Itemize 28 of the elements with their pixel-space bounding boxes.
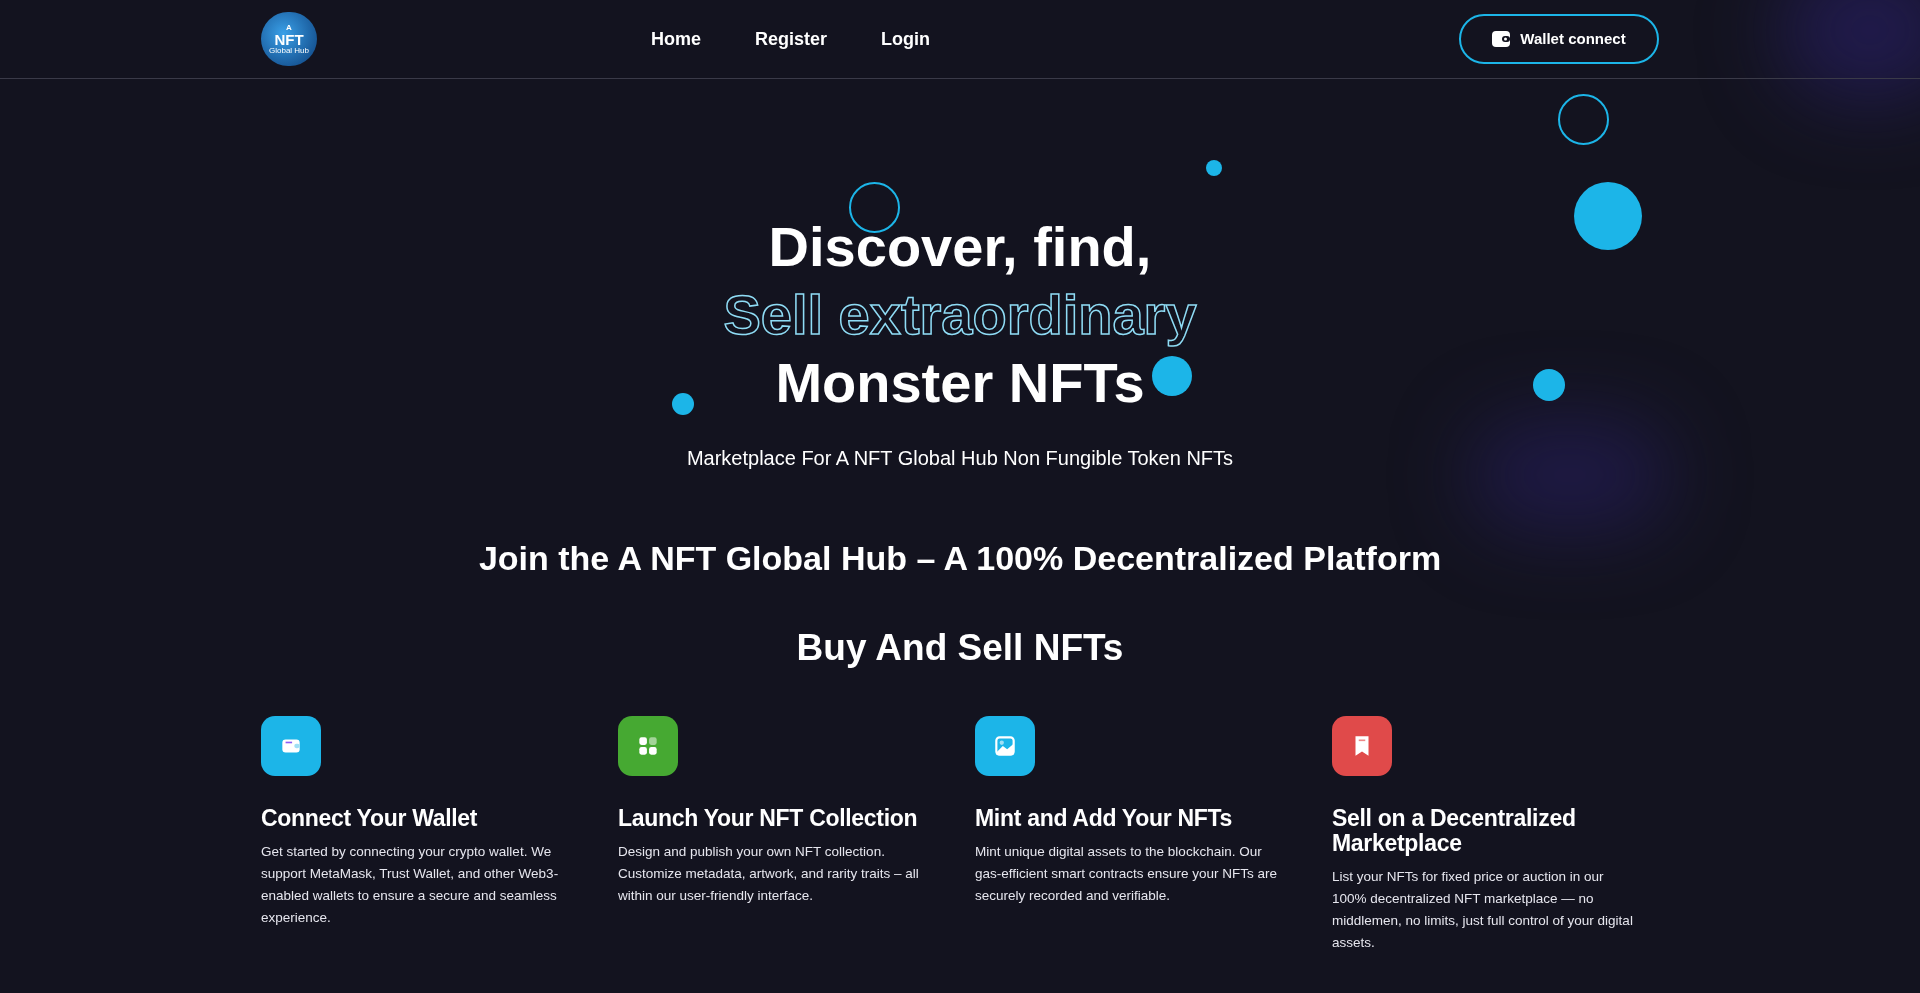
dot-decoration (1533, 369, 1565, 401)
feature-description: Get started by connecting your crypto wallet. We support MetaMask, Trust Wallet, and other Web3-enabled wallets to ensure a secure and seamless experience. (261, 842, 560, 927)
feature-title: Mint and Add Your NFTs (975, 805, 1234, 831)
ring-decoration (1558, 94, 1609, 145)
hero-heading: Monster NFTs (775, 350, 1145, 416)
wallet-connect-button[interactable]: Wallet connect (1459, 14, 1659, 64)
logo-text: NFT (274, 31, 304, 47)
feature-description: List your NFTs for fixed price or auction in our 100% decentralized NFT marketplace — no middlemen, no limits, just full control of your digital assets. (1332, 867, 1634, 952)
feature-description: Mint unique digital assets to the blockchain. Our gas-efficient smart contracts ensure your NFTs are securely recorded and verifiable. (975, 842, 1279, 905)
nav-link[interactable]: Register (755, 25, 828, 53)
logo[interactable]: A NFT Global Hub (261, 12, 317, 66)
hero-heading-outline: Sell extraordinary (723, 282, 1197, 349)
feature-description: Design and publish your own NFT collection. Customize metadata, artwork, and rarity traits – all within our user-friendly interface. (618, 842, 920, 905)
section-subtitle: Buy And Sell NFTs (795, 626, 1125, 670)
dot-decoration (672, 393, 694, 415)
feature-title: Launch Your NFT Collection (618, 805, 919, 831)
wallet-icon (1492, 31, 1511, 47)
logo-text: Global Hub (269, 46, 309, 55)
nav-link[interactable]: Login (881, 25, 931, 53)
dot-decoration (1206, 160, 1222, 176)
section-title: Join the A NFT Global Hub – A 100% Decentralized Platform (477, 538, 1443, 579)
hero-subtitle: Marketplace For A NFT Global Hub Non Fungible Token NFTs (685, 446, 1235, 471)
nav-link[interactable]: Home (651, 25, 701, 53)
logo-text: A (286, 23, 292, 32)
feature-title: Sell on a Decentralized Marketplace (1332, 805, 1577, 856)
dot-decoration (1152, 356, 1192, 396)
feature-title: Connect Your Wallet (261, 805, 479, 831)
hero-heading: Discover, find, (768, 214, 1152, 280)
